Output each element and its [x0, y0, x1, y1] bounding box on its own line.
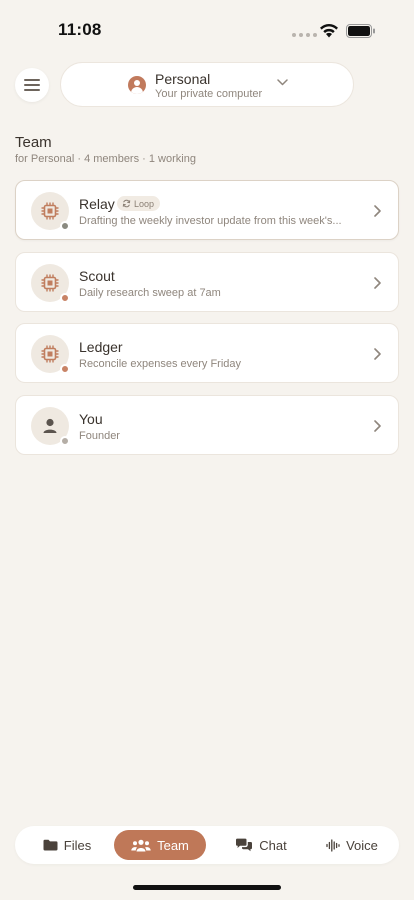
tab-label: Team: [157, 837, 189, 853]
status-dot: [60, 364, 70, 374]
member-name: Ledger: [79, 339, 123, 355]
chevron-right-icon: [374, 348, 381, 360]
tab-bar: Files Team Chat Voice: [15, 826, 399, 864]
member-description: Daily research sweep at 7am: [79, 287, 221, 299]
chevron-right-icon: [374, 420, 381, 432]
loop-badge-label: Loop: [134, 198, 155, 209]
wifi-icon: [320, 23, 338, 38]
battery-icon: [346, 24, 375, 38]
chevron-right-icon: [374, 277, 381, 289]
member-description: Founder: [79, 430, 120, 442]
tab-files[interactable]: Files: [25, 830, 109, 860]
chat-bubbles-icon: [236, 838, 253, 852]
section-title: Team: [15, 134, 52, 151]
loop-icon: [122, 199, 131, 208]
status-dot: [60, 293, 70, 303]
loop-badge: Loop: [117, 196, 161, 211]
chip-icon: [41, 202, 59, 220]
user-avatar-icon: [128, 76, 146, 94]
member-name: Relay: [79, 196, 115, 212]
member-name: Scout: [79, 268, 115, 284]
menu-button[interactable]: [15, 68, 49, 102]
member-name: You: [79, 411, 103, 427]
signal-dots-icon: [292, 33, 317, 37]
status-dot: [60, 436, 70, 446]
section-subtitle: for Personal · 4 members · 1 working: [15, 153, 196, 165]
waveform-icon: [326, 838, 340, 852]
status-dot: [60, 221, 70, 231]
person-icon: [43, 418, 57, 433]
workspace-subtitle: Your private computer: [155, 88, 263, 100]
status-time: 11:08: [58, 20, 102, 39]
tab-chat[interactable]: Chat: [218, 830, 304, 860]
chevron-right-icon: [374, 205, 381, 217]
tab-team[interactable]: Team: [114, 830, 206, 860]
chip-icon: [41, 274, 59, 292]
folder-icon: [43, 839, 58, 851]
workspace-title: Personal: [155, 71, 211, 87]
tab-label: Voice: [346, 837, 378, 853]
member-description: Reconcile expenses every Friday: [79, 358, 242, 370]
member-card-scout[interactable]: Scout Daily research sweep at 7am: [15, 252, 399, 312]
chevron-down-icon: [277, 79, 288, 86]
member-card-you[interactable]: You Founder: [15, 395, 399, 455]
chip-icon: [41, 345, 59, 363]
member-description: Drafting the weekly investor update from…: [79, 215, 342, 227]
people-icon: [131, 839, 151, 851]
member-card-ledger[interactable]: Ledger Reconcile expenses every Friday: [15, 323, 399, 383]
tab-label: Chat: [259, 837, 287, 853]
tab-voice[interactable]: Voice: [312, 830, 392, 860]
status-bar: 11:08: [0, 0, 414, 54]
member-card-relay[interactable]: Relay Loop Drafting the weekly investor …: [15, 180, 399, 240]
hamburger-icon: [24, 79, 40, 82]
workspace-selector[interactable]: Personal Your private computer: [60, 62, 354, 107]
tab-label: Files: [63, 837, 92, 853]
home-indicator: [133, 885, 281, 890]
